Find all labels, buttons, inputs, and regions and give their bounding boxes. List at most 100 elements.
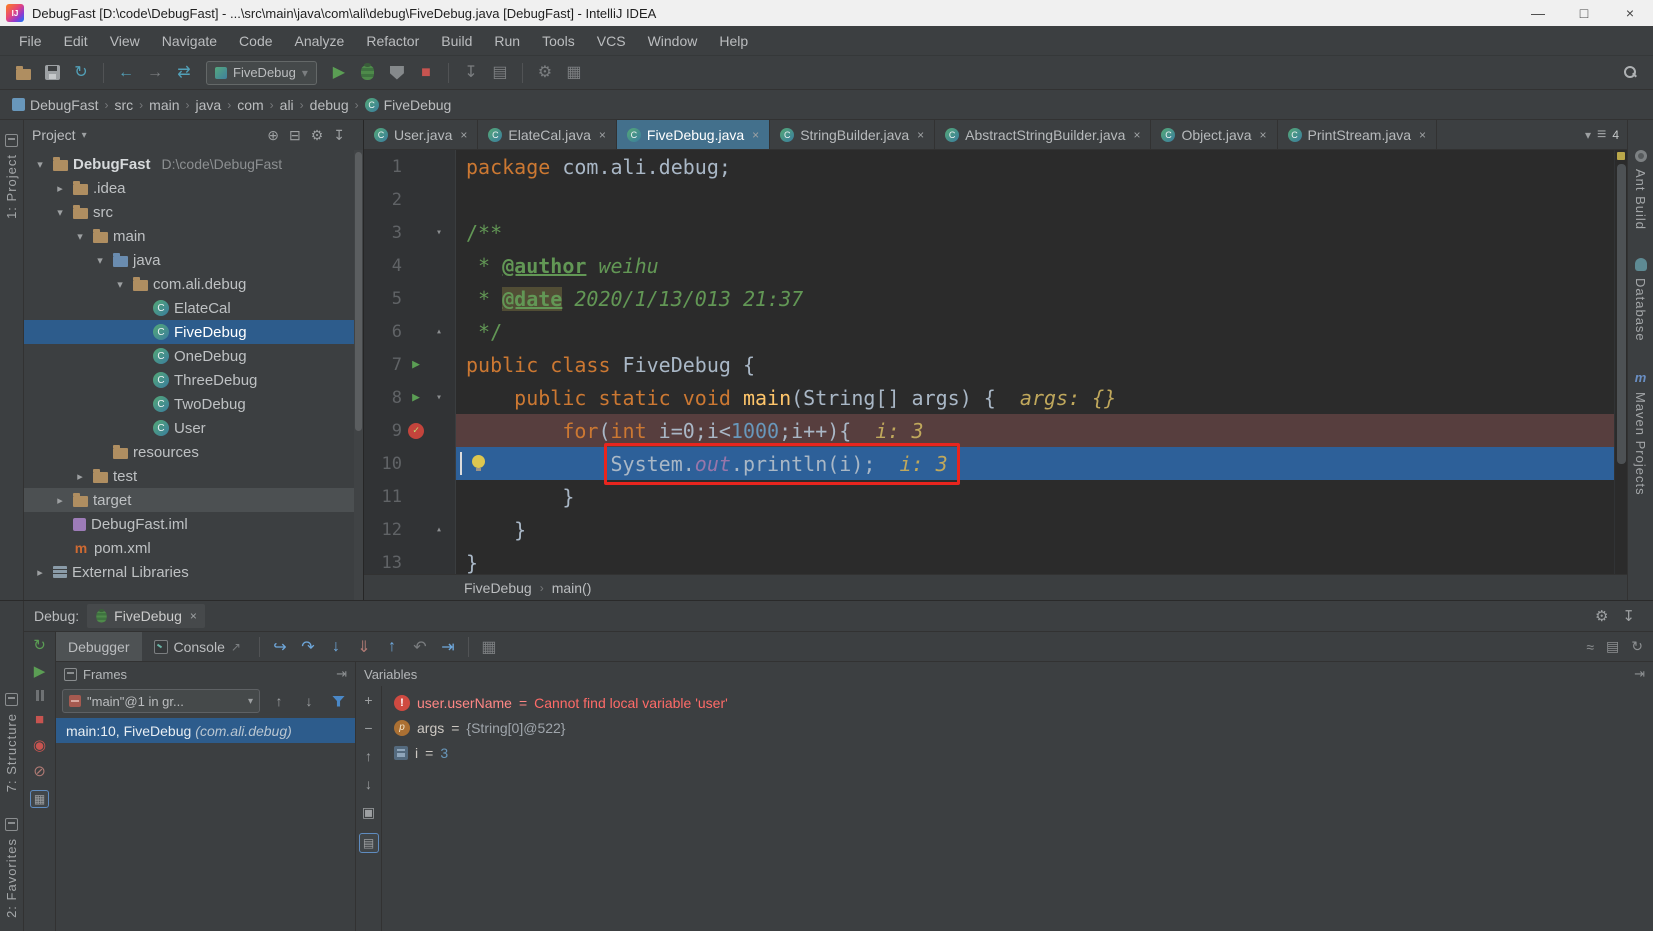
view-breakpoints-icon[interactable]: ◉ [33,738,46,753]
tree-item-debugfast-iml[interactable]: DebugFast.iml [24,512,363,536]
tree-item-debugfast[interactable]: ▾ DebugFast D:\code\DebugFast [24,152,363,176]
code-text[interactable]: } [456,518,526,542]
menu-navigate[interactable]: Navigate [151,33,228,49]
breakpoint-icon[interactable]: ✓ [408,422,424,439]
tree-item-user[interactable]: C User [24,416,363,440]
project-scrollbar[interactable] [354,150,363,600]
previous-frame-icon[interactable]: ↑ [268,693,290,709]
code-text[interactable]: System.out.println(i); i: 3 [456,442,960,485]
tab-user-java[interactable]: C User.java × [364,120,479,149]
run-config-select[interactable]: FiveDebug ▾ [206,60,317,85]
tree-expanded-icon[interactable]: ▾ [32,158,48,171]
tree-item-target[interactable]: ▸ target [24,488,363,512]
tree-collapsed-icon[interactable]: ▸ [72,470,88,483]
gutter[interactable]: 11 [364,480,456,513]
step-into-icon[interactable]: ↓ [322,633,350,661]
move-down-icon[interactable]: ↓ [365,776,372,792]
tree-item-onedebug[interactable]: C OneDebug [24,344,363,368]
layout-settings-icon[interactable]: ▦ [29,790,50,808]
drop-frame-icon[interactable]: ↶ [406,633,434,661]
close-button[interactable]: × [1607,0,1653,26]
tree-item-external-libraries[interactable]: ▸ External Libraries [24,560,363,584]
show-watches-toggle[interactable]: ▤ [358,833,379,853]
code-text[interactable]: public static void main(String[] args) {… [456,386,1116,410]
breadcrumb-fivedebug[interactable]: C FiveDebug [364,97,451,113]
lightbulb-icon[interactable] [472,455,485,471]
tree-item-com-ali-debug[interactable]: ▾ com.ali.debug [24,272,363,296]
fold-close-icon[interactable]: ▴ [430,524,448,535]
close-icon[interactable]: × [1419,128,1426,142]
profiler-grid-icon[interactable]: ▦ [561,60,587,86]
fold-open-icon[interactable]: ▾ [430,392,448,403]
stack-frame-row[interactable]: main:10, FiveDebug (com.ali.debug) [56,718,355,743]
coverage-button[interactable] [384,60,410,86]
fold-close-icon[interactable]: ▴ [430,326,448,337]
editor-breadcrumb-fivedebug[interactable]: FiveDebug [464,580,532,596]
tree-item-twodebug[interactable]: C TwoDebug [24,392,363,416]
gutter[interactable]: 2 [364,183,456,216]
code-text[interactable]: /** [456,221,502,245]
tree-item-threedebug[interactable]: C ThreeDebug [24,368,363,392]
code-text[interactable]: for(int i=0;i<1000;i++){ i: 3 [456,419,923,443]
tab-list-icon[interactable]: ≡ [1597,126,1606,143]
close-icon[interactable]: × [460,128,467,142]
tree-item-idea[interactable]: ▸ .idea [24,176,363,200]
force-step-into-icon[interactable]: ⇓ [350,633,378,661]
resume-icon[interactable]: ▶ [34,664,46,679]
gutter[interactable]: 5 [364,282,456,315]
tool-button-favorites[interactable]: 2: Favorites [4,818,19,918]
variable-row[interactable]: i = 3 [382,740,1653,765]
close-icon[interactable]: × [1133,128,1140,142]
code-text[interactable]: public class FiveDebug { [456,353,755,377]
editor-breadcrumb-main[interactable]: main() [552,580,592,596]
close-icon[interactable]: × [599,128,606,142]
code-text[interactable]: * @author weihu [456,254,659,278]
breadcrumb-ali[interactable]: ali [280,97,294,113]
evaluate-expression-icon[interactable]: ▦ [475,633,503,661]
tool-button-database[interactable]: Database [1633,258,1648,342]
tree-expanded-icon[interactable]: ▾ [72,230,88,243]
dump-threads-icon[interactable]: ▤ [487,60,513,86]
save-all-icon[interactable] [39,60,65,86]
stream-chain-icon[interactable]: ≈ [1586,639,1594,655]
hide-panel-icon[interactable]: ↧ [333,127,345,144]
menu-view[interactable]: View [99,33,151,49]
remove-watch-icon[interactable]: − [364,720,372,736]
move-up-icon[interactable]: ↑ [365,748,372,764]
breadcrumb-com[interactable]: com [237,97,263,113]
close-icon[interactable]: × [917,128,924,142]
tab-stringbuilder-java[interactable]: C StringBuilder.java × [770,120,936,149]
gear-icon[interactable]: ⚙ [1595,607,1608,625]
breadcrumb-debugfast[interactable]: DebugFast [12,97,98,113]
gutter[interactable]: 8 ▶ ▾ [364,381,456,414]
gutter[interactable]: 12 ▴ [364,513,456,546]
breadcrumb-main[interactable]: main [149,97,179,113]
tool-button-structure[interactable]: 7: Structure [4,693,19,792]
restore-layout-icon[interactable]: ⇥ [1634,666,1645,682]
menu-window[interactable]: Window [637,33,709,49]
gutter[interactable]: 7 ▶ [364,348,456,381]
tool-button-project[interactable]: 1: Project [4,134,19,219]
menu-tools[interactable]: Tools [531,33,586,49]
tree-item-fivedebug[interactable]: C FiveDebug [24,320,363,344]
gutter[interactable]: 3 ▾ [364,216,456,249]
menu-build[interactable]: Build [430,33,483,49]
tool-button-maven-projects[interactable]: m Maven Projects [1633,370,1648,496]
tab-console[interactable]: Console ↗ [142,632,253,661]
tab-debugger[interactable]: Debugger [56,632,142,661]
chevron-down-icon[interactable]: ▾ [82,130,87,141]
tool-button-ant-build[interactable]: Ant Build [1633,150,1648,230]
code-text[interactable]: */ [456,320,502,344]
breakpoint-gutter[interactable]: ✓ [402,422,430,439]
run-line-icon[interactable]: ▶ [402,390,430,405]
menu-run[interactable]: Run [483,33,531,49]
tree-collapsed-icon[interactable]: ▸ [32,566,48,579]
code-text[interactable]: package com.ali.debug; [456,155,731,179]
editor-scrollbar[interactable] [1614,150,1627,574]
code-text[interactable]: * @date 2020/1/13/013 21:37 [456,286,803,311]
run-line-icon[interactable]: ▶ [402,357,430,372]
close-icon[interactable]: × [190,609,197,623]
scrollbar-thumb[interactable] [1617,164,1626,464]
tree-expanded-icon[interactable]: ▾ [112,278,128,291]
step-out-icon[interactable]: ↑ [378,633,406,661]
